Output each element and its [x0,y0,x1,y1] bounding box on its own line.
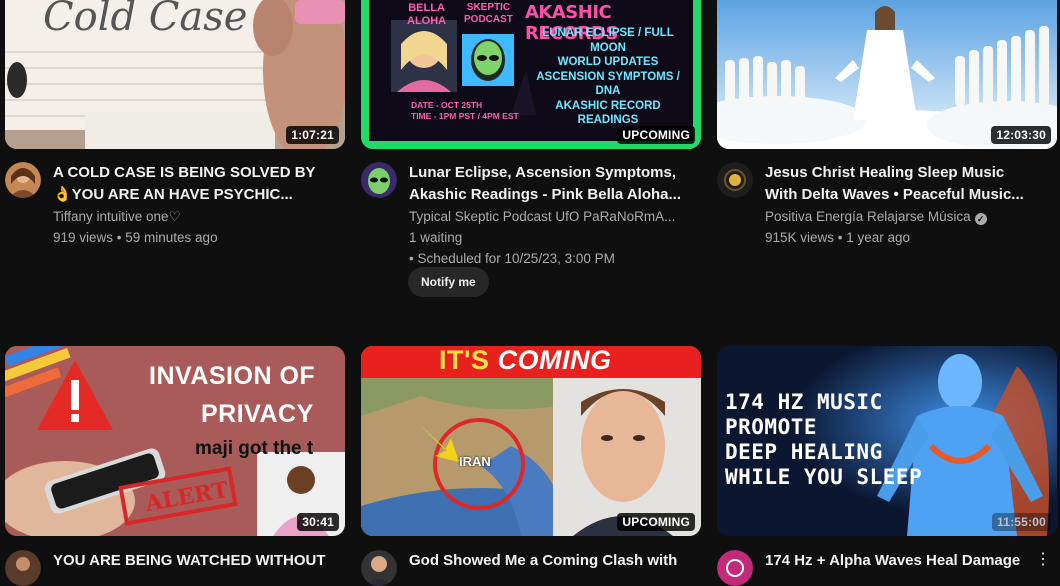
channel-avatar[interactable] [717,162,753,198]
video-card[interactable]: BELLA ALOHA SKEPTIC PODCAST AKASHIC RECORD… [361,0,701,297]
thumbnail-title-2: PRIVACY [201,400,314,428]
duration-badge: 11:55:00 [992,513,1051,531]
thumbnail-schedule: DATE - OCT 25TH TIME - 1PM PST / 4PM EST [411,100,519,121]
video-card[interactable]: IT'S COMING IRAN UPCOMING God Showed Me … [361,346,701,586]
video-thumbnail[interactable]: BELLA ALOHA SKEPTIC PODCAST AKASHIC RECORD… [361,0,701,149]
video-thumbnail[interactable]: Cold Case 1:07:21 [5,0,345,149]
video-stats: 919 views • 59 minutes ago [53,230,218,245]
duration-badge: 12:03:30 [991,126,1051,144]
thumbnail-title-1: INVASION OF [149,362,316,390]
verified-check-icon: ✓ [974,213,987,225]
video-card[interactable]: INVASION OF PRIVACY maji got the t ALERT… [5,346,345,586]
thumbnail-caption: maji got the t [195,438,314,459]
thumbnail-topics: LUNAR ECLIPSE / FULL MOON WORLD UPDATES … [536,27,680,126]
channel-name[interactable]: Typical Skeptic Podcast UfO PaRaNoRmA... [409,206,699,227]
channel-avatar[interactable] [361,162,397,198]
channel-avatar[interactable] [717,550,753,586]
channel-name[interactable]: Tiffany intuitive one♡ [53,206,343,227]
channel-avatar[interactable] [361,550,397,586]
video-card[interactable]: 12:03:30 Jesus Christ Healing Sleep Musi… [717,0,1057,245]
video-stats: 915K views • 1 year ago [765,230,911,245]
thumbnail-map-label: IRAN [459,454,491,469]
video-card[interactable]: Cold Case 1:07:21 A COLD CASE IS BEING S… [5,0,345,245]
video-title[interactable]: God Showed Me a Coming Clash with [409,550,699,572]
video-title[interactable]: Jesus Christ Healing Sleep Music With Del… [765,162,1055,206]
more-actions-icon[interactable]: ⋮ [1035,552,1051,568]
video-title[interactable]: 174 Hz + Alpha Waves Heal Damage [765,550,1055,572]
notify-me-button[interactable]: Notify me [408,267,489,297]
channel-name[interactable]: Positiva Energía Relajarse Música ✓ [765,206,1055,227]
thumbnail-handwriting: Cold Case [43,0,248,40]
duration-badge: 30:41 [297,513,339,531]
thumbnail-name: BELLA ALOHA [407,2,447,27]
channel-avatar[interactable] [5,162,41,198]
video-card[interactable]: 174 HZ MUSIC PROMOTE DEEP HEALING WHILE … [717,346,1057,586]
upcoming-badge: UPCOMING [617,126,695,144]
video-thumbnail[interactable]: 174 HZ MUSIC PROMOTE DEEP HEALING WHILE … [717,346,1057,536]
duration-badge: 1:07:21 [286,126,339,144]
video-title[interactable]: A COLD CASE IS BEING SOLVED BY 👌YOU ARE A… [53,162,343,206]
thumbnail-headline: IT'S COMING [439,346,612,375]
waiting-count: 1 waiting [409,230,463,245]
video-thumbnail[interactable]: IT'S COMING IRAN UPCOMING [361,346,701,536]
video-thumbnail[interactable]: INVASION OF PRIVACY maji got the t ALERT… [5,346,345,536]
video-title[interactable]: YOU ARE BEING WATCHED WITHOUT [53,550,343,572]
channel-avatar[interactable] [5,550,41,586]
thumbnail-text: 174 HZ MUSIC PROMOTE DEEP HEALING WHILE … [725,390,923,489]
scheduled-time: • Scheduled for 10/25/23, 3:00 PM [409,251,615,266]
thumbnail-podcast: SKEPTIC PODCAST [464,2,513,25]
video-thumbnail[interactable]: 12:03:30 [717,0,1057,149]
video-title[interactable]: Lunar Eclipse, Ascension Symptoms, Akashi… [409,162,699,206]
upcoming-badge: UPCOMING [617,513,695,531]
